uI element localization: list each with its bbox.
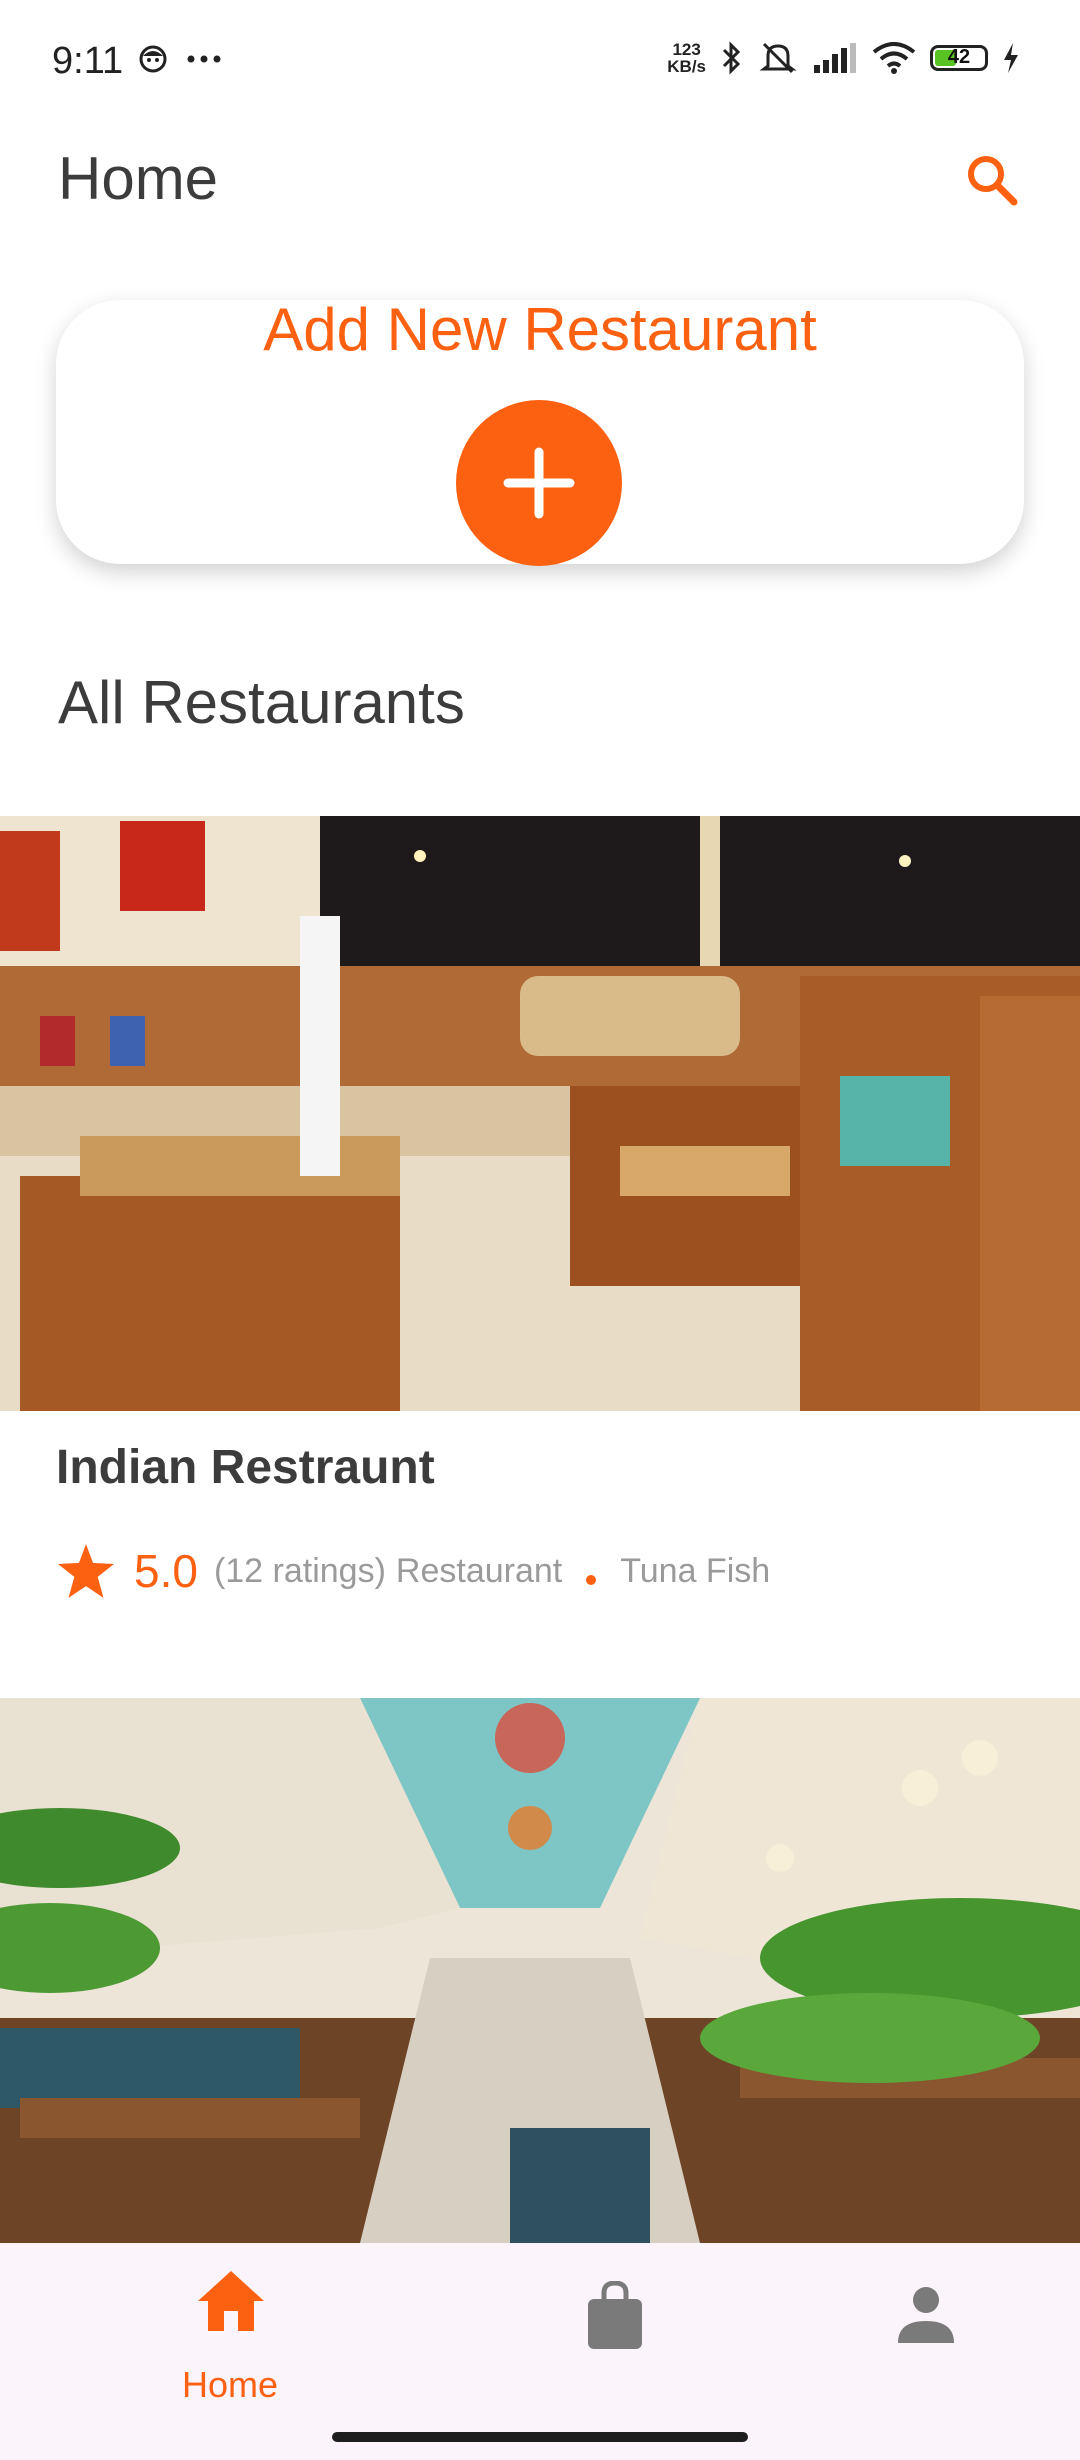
- nav-item-profile[interactable]: [826, 2269, 1026, 2429]
- page-title: Home: [58, 145, 219, 212]
- add-restaurant-button[interactable]: [456, 400, 622, 566]
- signal-icon: [814, 43, 856, 73]
- section-title: All Restaurants: [58, 669, 465, 736]
- restaurant-image[interactable]: [0, 1698, 1080, 2243]
- app-header: Home: [0, 130, 1080, 230]
- nav-item-home[interactable]: Home: [130, 2269, 330, 2429]
- plus-icon: [503, 447, 575, 519]
- restaurant-type: Restaurant: [395, 1551, 563, 1590]
- home-indicator: [332, 2432, 748, 2442]
- face-icon: [139, 45, 167, 73]
- separator-dot: [586, 1575, 597, 1585]
- bluetooth-icon: [722, 41, 741, 75]
- more-dots-icon: [187, 55, 221, 63]
- person-icon: [898, 2287, 954, 2343]
- charging-icon: [1004, 43, 1018, 73]
- restaurant-ratings-count: (12 ratings): [213, 1551, 386, 1590]
- nav-label-home: Home: [181, 2364, 279, 2405]
- home-icon: [198, 2271, 264, 2331]
- search-icon: [968, 156, 1018, 206]
- add-restaurant-title: Add New Restaurant: [263, 296, 817, 363]
- silent-icon: [759, 42, 797, 74]
- restaurant-rating: 5.0: [134, 1545, 198, 1597]
- status-bar: 9:11 123 KB/s 42: [0, 0, 1080, 120]
- restaurant-image[interactable]: [0, 816, 1080, 1411]
- bottom-navigation: Home: [0, 2243, 1080, 2460]
- wifi-icon: [872, 42, 916, 74]
- nav-item-cart[interactable]: [516, 2269, 716, 2429]
- shopping-bag-icon: [588, 2281, 642, 2349]
- battery-icon: 42: [930, 45, 988, 71]
- net-speed: 123 KB/s: [667, 40, 706, 76]
- search-button[interactable]: [962, 150, 1022, 210]
- star-icon: [58, 1544, 114, 1598]
- restaurant-cuisine: Tuna Fish: [620, 1551, 771, 1590]
- status-time: 9:11: [52, 40, 124, 82]
- restaurant-meta: 5.0 (12 ratings) Restaurant Tuna Fish: [58, 1536, 770, 1606]
- restaurant-name[interactable]: Indian Restraunt: [56, 1440, 435, 1495]
